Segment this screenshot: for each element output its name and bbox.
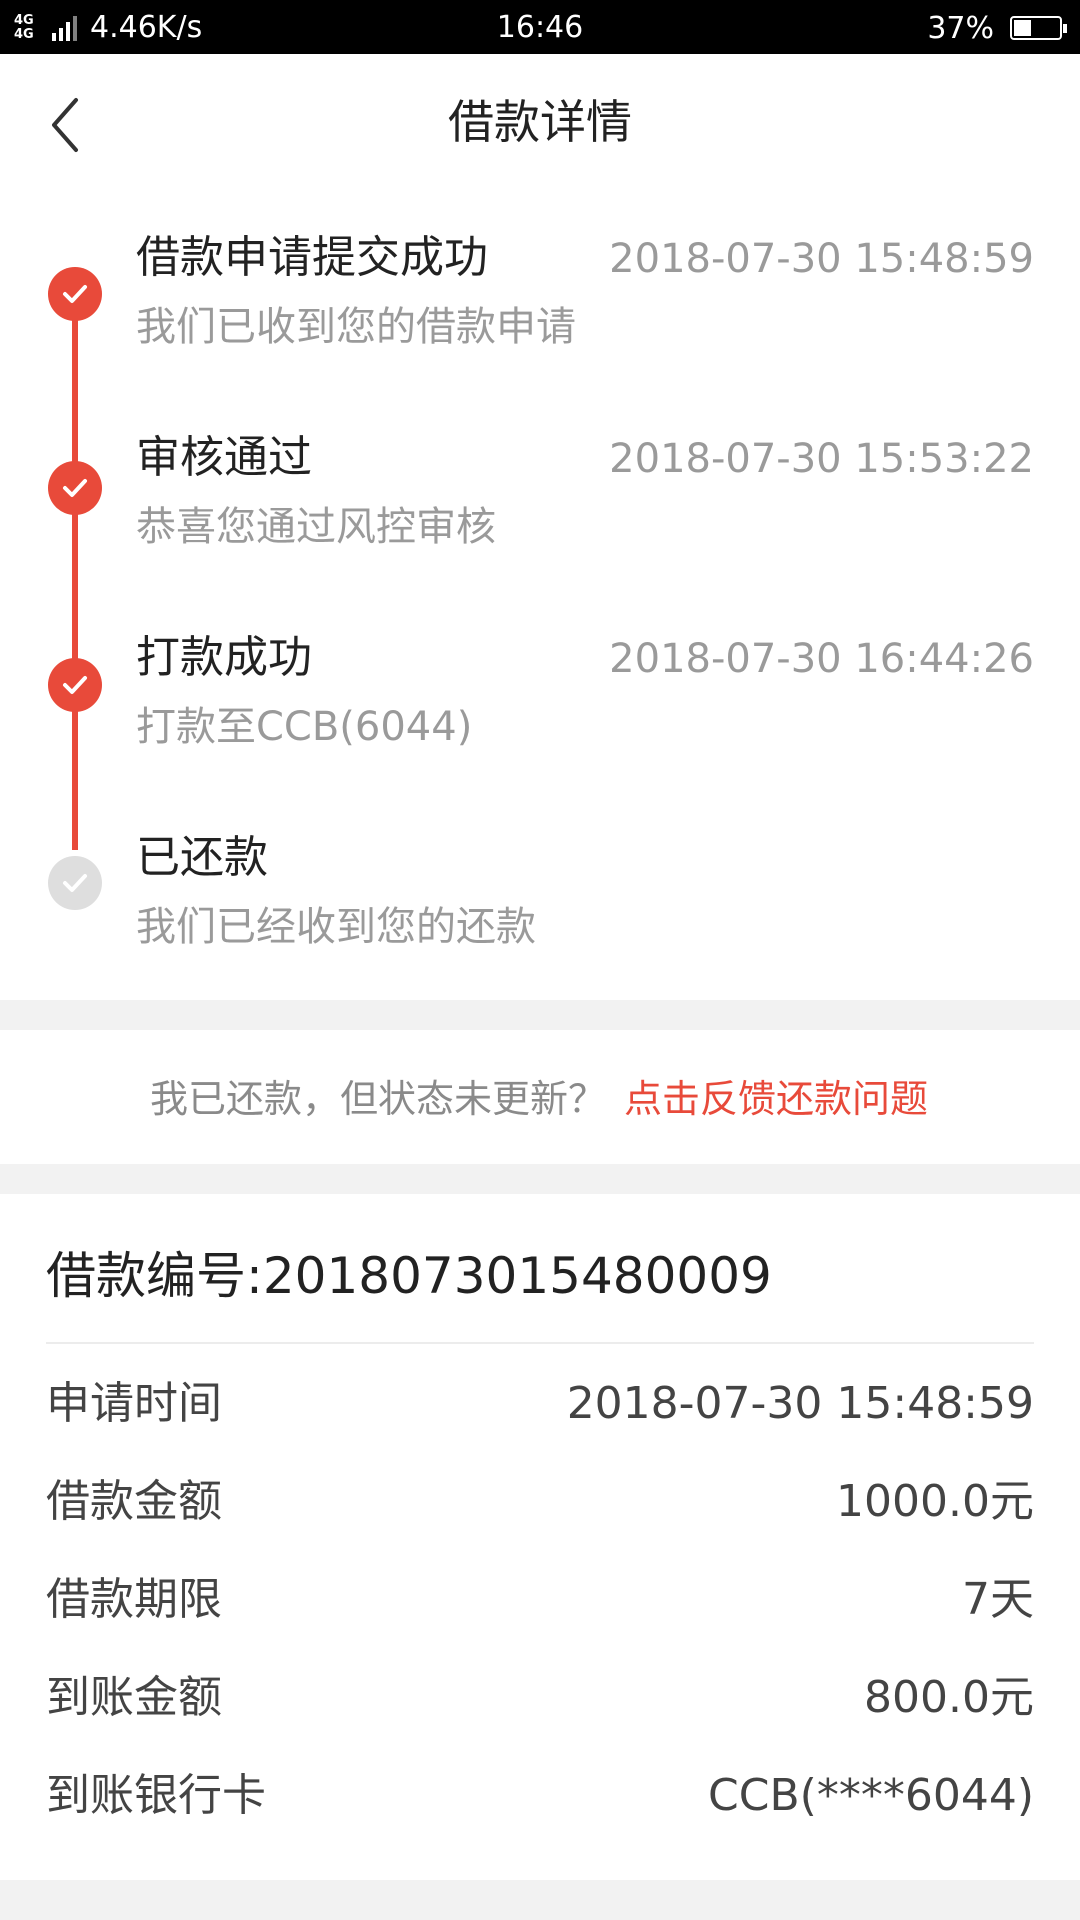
nav-header: 借款详情 bbox=[0, 54, 1080, 188]
battery-icon bbox=[1010, 16, 1067, 40]
detail-value: CCB(****6044) bbox=[708, 1770, 1034, 1821]
detail-label: 申请时间 bbox=[46, 1378, 222, 1429]
step-description: 恭喜您通过风控审核 bbox=[136, 504, 496, 550]
detail-value: 1000.0元 bbox=[836, 1476, 1034, 1527]
detail-value: 7天 bbox=[962, 1574, 1034, 1625]
status-bar: 4G 4G 4.46K/s 16:46 37% bbox=[0, 0, 1080, 54]
clock: 16:46 bbox=[496, 10, 584, 45]
step-done-dot bbox=[48, 658, 102, 712]
step-title: 打款成功 bbox=[136, 632, 312, 683]
step-done-dot bbox=[48, 267, 102, 321]
battery-percent: 37% bbox=[927, 10, 994, 46]
timeline-step: 审核通过 2018-07-30 15:53:22 恭喜您通过风控审核 bbox=[0, 388, 1080, 550]
check-icon bbox=[63, 676, 87, 694]
detail-row-apply-time: 申请时间 2018-07-30 15:48:59 bbox=[46, 1374, 1034, 1434]
step-title: 已还款 bbox=[136, 832, 268, 883]
loan-progress-timeline: 借款申请提交成功 2018-07-30 15:48:59 我们已收到您的借款申请… bbox=[0, 188, 1080, 1000]
check-icon bbox=[63, 479, 87, 497]
detail-row-received-amount: 到账金额 800.0元 bbox=[46, 1668, 1034, 1728]
step-done-dot bbox=[48, 461, 102, 515]
check-icon bbox=[63, 285, 87, 303]
page-title: 借款详情 bbox=[448, 95, 632, 149]
step-pending-dot bbox=[48, 856, 102, 910]
step-description: 我们已收到您的借款申请 bbox=[136, 304, 576, 350]
detail-row-loan-term: 借款期限 7天 bbox=[46, 1570, 1034, 1630]
loan-number: 借款编号:2018073015480009 bbox=[46, 1247, 772, 1305]
detail-label: 到账银行卡 bbox=[46, 1770, 266, 1821]
detail-value: 800.0元 bbox=[864, 1672, 1034, 1723]
timeline-step: 借款申请提交成功 2018-07-30 15:48:59 我们已收到您的借款申请 bbox=[0, 188, 1080, 350]
check-icon bbox=[63, 874, 87, 892]
step-title: 借款申请提交成功 bbox=[136, 232, 488, 283]
step-time: 2018-07-30 15:53:22 bbox=[609, 436, 1034, 482]
loan-details-card: 借款编号:2018073015480009 申请时间 2018-07-30 15… bbox=[0, 1194, 1080, 1880]
detail-label: 借款金额 bbox=[46, 1476, 222, 1527]
step-time: 2018-07-30 15:48:59 bbox=[609, 236, 1034, 282]
step-time: 2018-07-30 16:44:26 bbox=[609, 636, 1034, 682]
timeline-step: 已还款 我们已经收到您的还款 bbox=[0, 788, 1080, 950]
step-title: 审核通过 bbox=[136, 432, 312, 483]
step-description: 打款至CCB(6044) bbox=[136, 704, 473, 750]
detail-row-bank-card: 到账银行卡 CCB(****6044) bbox=[46, 1766, 1034, 1826]
detail-label: 借款期限 bbox=[46, 1574, 222, 1625]
detail-value: 2018-07-30 15:48:59 bbox=[566, 1378, 1034, 1429]
timeline-step: 打款成功 2018-07-30 16:44:26 打款至CCB(6044) bbox=[0, 588, 1080, 750]
status-right: 37% bbox=[927, 8, 1067, 48]
feedback-question: 我已还款，但状态未更新？ bbox=[150, 1077, 607, 1121]
step-description: 我们已经收到您的还款 bbox=[136, 904, 536, 950]
detail-label: 到账金额 bbox=[46, 1672, 222, 1723]
feedback-link[interactable]: 点击反馈还款问题 bbox=[624, 1074, 928, 1124]
repayment-feedback-bar: 我已还款，但状态未更新？ 点击反馈还款问题 bbox=[0, 1030, 1080, 1164]
divider bbox=[46, 1342, 1034, 1344]
detail-row-loan-amount: 借款金额 1000.0元 bbox=[46, 1472, 1034, 1532]
timeline-line bbox=[72, 296, 78, 850]
